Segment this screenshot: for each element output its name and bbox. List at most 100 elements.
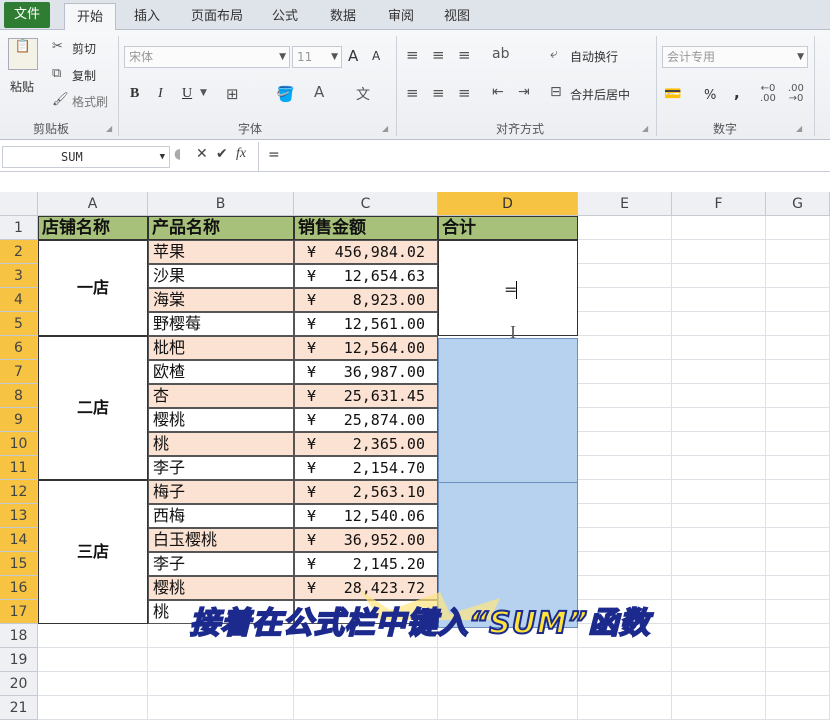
cell-f2[interactable] [672, 240, 766, 264]
row-header-4[interactable]: 4 [0, 288, 38, 312]
product-cell[interactable]: 李子 [148, 456, 294, 480]
cell-e20[interactable] [578, 672, 672, 696]
insert-function-button[interactable]: fx [236, 146, 246, 162]
cell-e7[interactable] [578, 360, 672, 384]
row-header-19[interactable]: 19 [0, 648, 38, 672]
merge-icon[interactable]: ⊟ [550, 84, 562, 100]
cell-g7[interactable] [766, 360, 830, 384]
cell-e2[interactable] [578, 240, 672, 264]
font-size-combo[interactable]: 11 ▼ [292, 46, 342, 68]
tab-review[interactable]: 审阅 [378, 3, 424, 30]
decrease-indent-icon[interactable]: ⇤ [492, 84, 504, 100]
row-header-12[interactable]: 12 [0, 480, 38, 504]
cell-e10[interactable] [578, 432, 672, 456]
cell-g9[interactable] [766, 408, 830, 432]
tab-file[interactable]: 文件 [4, 2, 50, 28]
align-left-icon[interactable]: ≡ [406, 84, 419, 102]
number-format-combo[interactable]: 会计专用 ▼ [662, 46, 808, 68]
cell-g6[interactable] [766, 336, 830, 360]
cell-g5[interactable] [766, 312, 830, 336]
row-header-16[interactable]: 16 [0, 576, 38, 600]
cell-g14[interactable] [766, 528, 830, 552]
cell-g19[interactable] [766, 648, 830, 672]
cell-g15[interactable] [766, 552, 830, 576]
tab-insert[interactable]: 插入 [124, 3, 170, 30]
cell-g2[interactable] [766, 240, 830, 264]
cell-g3[interactable] [766, 264, 830, 288]
font-name-combo[interactable]: 宋体 ▼ [124, 46, 290, 68]
cell-f15[interactable] [672, 552, 766, 576]
number-launcher-icon[interactable]: ◢ [796, 124, 802, 133]
product-cell[interactable]: 西梅 [148, 504, 294, 528]
store-cell[interactable]: 一店 [38, 240, 148, 336]
cell-f9[interactable] [672, 408, 766, 432]
product-cell[interactable]: 野樱莓 [148, 312, 294, 336]
cell-b20[interactable] [148, 672, 294, 696]
header-amount[interactable]: 销售金额 [294, 216, 438, 240]
cell-e8[interactable] [578, 384, 672, 408]
cell-e6[interactable] [578, 336, 672, 360]
product-cell[interactable]: 樱桃 [148, 408, 294, 432]
paste-icon[interactable]: 📋 [8, 38, 38, 70]
wrap-text-icon[interactable]: ⤶ [550, 46, 558, 62]
amount-cell[interactable]: ¥36,987.00 [294, 360, 438, 384]
cell-e12[interactable] [578, 480, 672, 504]
column-header-e[interactable]: E [578, 192, 672, 216]
row-header-18[interactable]: 18 [0, 624, 38, 648]
border-icon[interactable]: ⊞ [226, 85, 239, 103]
product-cell[interactable]: 沙果 [148, 264, 294, 288]
header-product[interactable]: 产品名称 [148, 216, 294, 240]
select-all-corner[interactable] [0, 192, 38, 216]
tab-view[interactable]: 视图 [434, 3, 480, 30]
product-cell[interactable]: 李子 [148, 552, 294, 576]
column-header-d[interactable]: D [438, 192, 578, 216]
cell-f7[interactable] [672, 360, 766, 384]
selected-range-d6-d16[interactable] [438, 338, 578, 628]
amount-cell[interactable]: ¥36,952.00 [294, 528, 438, 552]
cell-a19[interactable] [38, 648, 148, 672]
cell-g11[interactable] [766, 456, 830, 480]
amount-cell[interactable]: ¥25,874.00 [294, 408, 438, 432]
cell-f21[interactable] [672, 696, 766, 720]
row-header-9[interactable]: 9 [0, 408, 38, 432]
cell-f10[interactable] [672, 432, 766, 456]
cell-f5[interactable] [672, 312, 766, 336]
cell-e5[interactable] [578, 312, 672, 336]
amount-cell[interactable]: ¥2,154.70 [294, 456, 438, 480]
cell-e1[interactable] [578, 216, 672, 240]
row-header-20[interactable]: 20 [0, 672, 38, 696]
cell-f6[interactable] [672, 336, 766, 360]
cell-g13[interactable] [766, 504, 830, 528]
format-painter-button[interactable]: 格式刷 [72, 93, 108, 110]
product-cell[interactable]: 苹果 [148, 240, 294, 264]
italic-button[interactable]: I [158, 86, 163, 102]
cell-e21[interactable] [578, 696, 672, 720]
wrap-text-button[interactable]: 自动换行 [570, 48, 618, 65]
cell-g1[interactable] [766, 216, 830, 240]
column-header-g[interactable]: G [766, 192, 830, 216]
product-cell[interactable]: 枇杷 [148, 336, 294, 360]
bold-button[interactable]: B [130, 86, 139, 102]
row-header-10[interactable]: 10 [0, 432, 38, 456]
cell-e13[interactable] [578, 504, 672, 528]
column-header-a[interactable]: A [38, 192, 148, 216]
cell-a20[interactable] [38, 672, 148, 696]
cell-e15[interactable] [578, 552, 672, 576]
cell-f11[interactable] [672, 456, 766, 480]
cell-e11[interactable] [578, 456, 672, 480]
alignment-launcher-icon[interactable]: ◢ [642, 124, 648, 133]
column-header-f[interactable]: F [672, 192, 766, 216]
cell-f19[interactable] [672, 648, 766, 672]
cell-g4[interactable] [766, 288, 830, 312]
cell-f4[interactable] [672, 288, 766, 312]
merge-center-button[interactable]: 合并后居中 [570, 86, 630, 103]
align-middle-icon[interactable]: ≡ [432, 46, 445, 64]
amount-cell[interactable]: ¥12,540.06 [294, 504, 438, 528]
tab-formulas[interactable]: 公式 [262, 3, 308, 30]
cell-d20[interactable] [438, 672, 578, 696]
product-cell[interactable]: 欧楂 [148, 360, 294, 384]
cell-g18[interactable] [766, 624, 830, 648]
row-header-7[interactable]: 7 [0, 360, 38, 384]
row-header-14[interactable]: 14 [0, 528, 38, 552]
name-box[interactable]: SUM ▼ [2, 146, 170, 168]
